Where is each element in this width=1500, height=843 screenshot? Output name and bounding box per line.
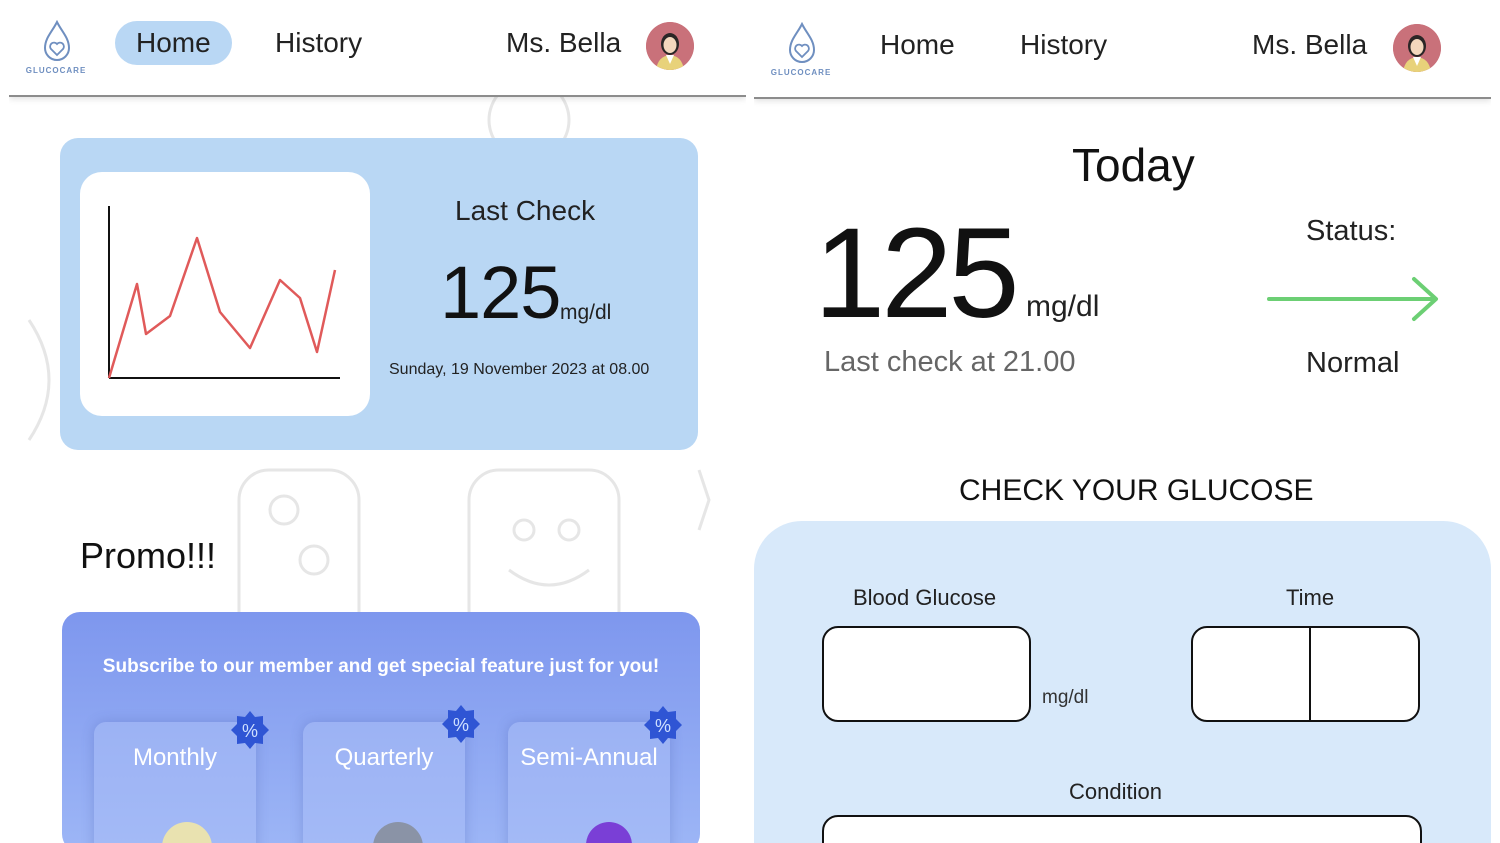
top-navbar: GLUCOCARE Home History Ms. Bella	[754, 0, 1491, 99]
plan-label-semi-annual: Semi-Annual	[520, 744, 658, 771]
avatar-portrait-icon	[646, 22, 694, 70]
status-arrow-right-icon	[1267, 277, 1438, 321]
svg-text:%: %	[453, 715, 469, 735]
glucose-trend-chart	[80, 172, 370, 416]
svg-text:%: %	[655, 716, 671, 736]
top-navbar: GLUCOCARE Home History Ms. Bella	[9, 0, 746, 97]
today-title: Today	[1072, 139, 1195, 191]
glucose-trend-line	[107, 236, 337, 379]
today-glucose-value: 125	[814, 202, 1020, 345]
nav-history-tab[interactable]: History	[1020, 29, 1107, 61]
check-glucose-screen: GLUCOCARE Home History Ms. Bella Today 1…	[754, 0, 1491, 843]
last-check-card[interactable]: Last Check 125 mg/dl Sunday, 19 November…	[60, 138, 698, 450]
condition-label: Condition	[1069, 779, 1162, 804]
user-name[interactable]: Ms. Bella	[506, 27, 621, 59]
time-input	[1191, 626, 1420, 722]
condition-input[interactable]	[822, 815, 1422, 843]
promo-heading: Promo!!!	[80, 535, 217, 576]
plan-label-quarterly: Quarterly	[334, 744, 434, 771]
last-check-title: Last Check	[455, 195, 596, 226]
time-minute-input[interactable]	[1311, 628, 1418, 720]
logo-wordmark: GLUCOCARE	[25, 66, 87, 75]
home-screen: GLUCOCARE Home History Ms. Bella Last Ch…	[9, 0, 746, 843]
avatar-portrait-icon	[1393, 24, 1441, 72]
discount-percent-icon: %	[441, 704, 481, 744]
status-value: Normal	[1306, 347, 1400, 379]
check-glucose-heading: CHECK YOUR GLUCOSE	[959, 474, 1314, 507]
user-name[interactable]: Ms. Bella	[1252, 29, 1367, 61]
glucose-entry-form: Blood Glucose mg/dl Time Condition	[754, 521, 1491, 843]
glucocare-logo[interactable]: GLUCOCARE	[21, 20, 91, 80]
nav-history-tab[interactable]: History	[275, 27, 362, 59]
blood-glucose-label: Blood Glucose	[853, 585, 997, 610]
status-label: Status:	[1306, 215, 1397, 247]
svg-text:%: %	[242, 721, 258, 741]
plan-illustration	[162, 822, 212, 843]
discount-percent-icon: %	[643, 705, 683, 745]
blood-glucose-unit: mg/dl	[1042, 687, 1089, 708]
user-avatar[interactable]	[646, 22, 694, 70]
time-hour-input[interactable]	[1193, 628, 1309, 720]
last-check-time: Last check at 21.00	[824, 346, 1076, 378]
plan-illustration	[373, 822, 423, 843]
nav-home-tab[interactable]: Home	[880, 29, 955, 61]
today-glucose-unit: mg/dl	[1026, 290, 1100, 323]
last-check-datetime: Sunday, 19 November 2023 at 08.00	[389, 361, 650, 378]
blood-glucose-input[interactable]	[822, 626, 1031, 722]
blood-drop-heart-icon	[788, 22, 816, 63]
time-label: Time	[1286, 585, 1335, 610]
nav-home-tab[interactable]: Home	[115, 21, 232, 65]
glucocare-logo[interactable]: GLUCOCARE	[766, 22, 836, 82]
discount-percent-icon: %	[230, 710, 270, 750]
blood-drop-heart-icon	[43, 20, 71, 61]
logo-wordmark: GLUCOCARE	[770, 68, 832, 77]
last-check-value: 125	[440, 251, 561, 334]
promo-message: Subscribe to our member and get special …	[102, 656, 660, 677]
last-check-unit: mg/dl	[560, 301, 612, 324]
plan-illustration	[586, 822, 632, 843]
promo-banner[interactable]: Subscribe to our member and get special …	[62, 612, 700, 843]
user-avatar[interactable]	[1393, 24, 1441, 72]
trend-line-chart	[107, 206, 340, 379]
